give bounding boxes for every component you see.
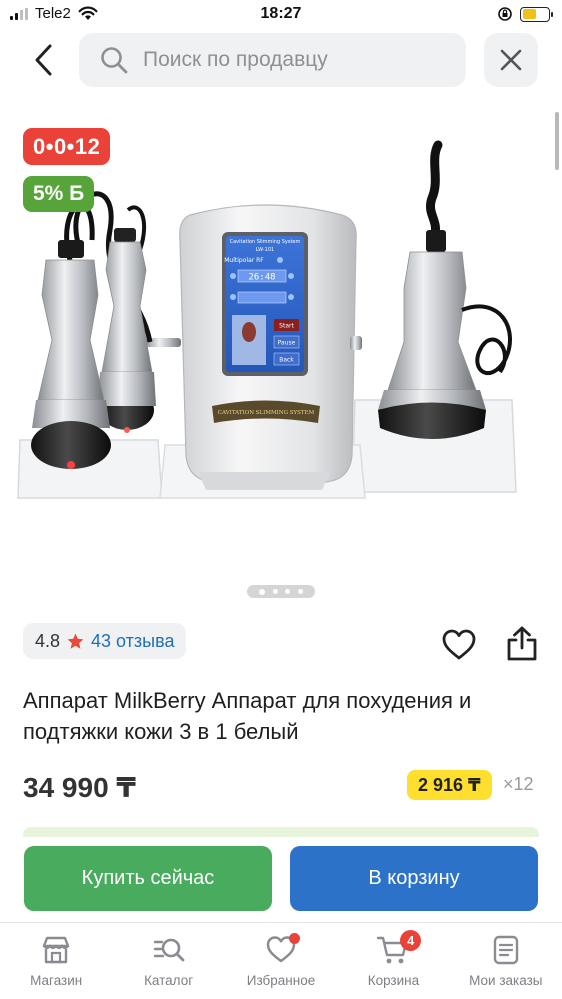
tab-catalog-label: Каталог xyxy=(144,973,194,988)
orientation-lock-icon xyxy=(498,7,512,21)
rating-reviews-link[interactable]: 4.8 43 отзыва xyxy=(23,623,187,659)
tab-cart-label: Корзина xyxy=(367,973,420,988)
device-screen-model: LW-101 xyxy=(256,247,274,253)
tab-catalog[interactable]: Каталог xyxy=(112,923,224,999)
product-title: Аппарат MilkBerry Аппарат для похудения … xyxy=(23,688,472,744)
device-plate-label: CAVITATION SLIMMING SYSTEM xyxy=(218,410,315,416)
tab-favorites-label: Избранное xyxy=(246,973,316,988)
timer-badge: 0•0•12 xyxy=(23,128,111,165)
battery-icon xyxy=(520,6,553,22)
tab-cart[interactable]: 4 Корзина xyxy=(337,923,449,999)
rating-value: 4.8 xyxy=(35,630,61,651)
image-pager[interactable] xyxy=(247,585,315,598)
orders-icon xyxy=(493,935,519,965)
pager-dot[interactable] xyxy=(285,589,291,594)
installment-months: ×12 xyxy=(503,774,534,794)
status-bar: Tele2 18:27 xyxy=(0,0,562,30)
device-screen-mode: Multipolar RF xyxy=(224,257,264,264)
favorites-notification-dot xyxy=(288,933,300,944)
cart-count-badge: 4 xyxy=(400,930,422,951)
pager-dot[interactable] xyxy=(298,589,304,594)
promo-strip xyxy=(23,827,539,837)
search-input[interactable]: Поиск по продавцу xyxy=(79,33,466,87)
tab-store[interactable]: Магазин xyxy=(0,923,112,999)
status-right xyxy=(497,6,553,22)
star-icon xyxy=(67,633,84,649)
device-pause-label: Pause xyxy=(278,340,296,347)
back-button[interactable] xyxy=(26,40,62,80)
tab-store-label: Магазин xyxy=(30,973,83,988)
buy-now-button[interactable]: Купить сейчас xyxy=(24,846,272,911)
clock: 18:27 xyxy=(260,5,302,22)
share-button[interactable] xyxy=(502,624,542,664)
store-icon xyxy=(43,936,70,964)
product-price: 34 990 ₸ xyxy=(23,772,136,803)
close-search-button[interactable] xyxy=(484,33,538,87)
device-screen-timer: 26:48 xyxy=(248,273,275,283)
heart-icon xyxy=(442,629,476,660)
search-icon xyxy=(101,47,128,74)
share-icon xyxy=(507,626,537,661)
tab-bar: Магазин Каталог Избранное 4 Корзина Мои … xyxy=(0,922,562,999)
device-start-label: Start xyxy=(279,323,294,330)
reviews-count: 43 отзыва xyxy=(91,630,175,651)
add-to-cart-button[interactable]: В корзину xyxy=(290,846,538,911)
catalog-search-icon xyxy=(153,938,185,962)
pager-dot-active[interactable] xyxy=(258,588,265,595)
tab-orders-label: Мои заказы xyxy=(469,973,543,988)
favorite-button[interactable] xyxy=(440,627,478,663)
device-screen-header: Cavitation Slimming System xyxy=(230,239,301,245)
bonus-badge: 5% Б xyxy=(23,176,95,212)
tab-favorites[interactable]: Избранное xyxy=(225,923,337,999)
close-icon xyxy=(500,49,522,71)
device-back-label: Back xyxy=(279,357,294,364)
installment-badge[interactable]: 2 916 ₸ xyxy=(407,770,492,800)
search-placeholder: Поиск по продавцу xyxy=(143,48,328,71)
tab-orders[interactable]: Мои заказы xyxy=(450,923,562,999)
chevron-left-icon xyxy=(35,44,52,76)
pager-dot[interactable] xyxy=(272,589,278,594)
